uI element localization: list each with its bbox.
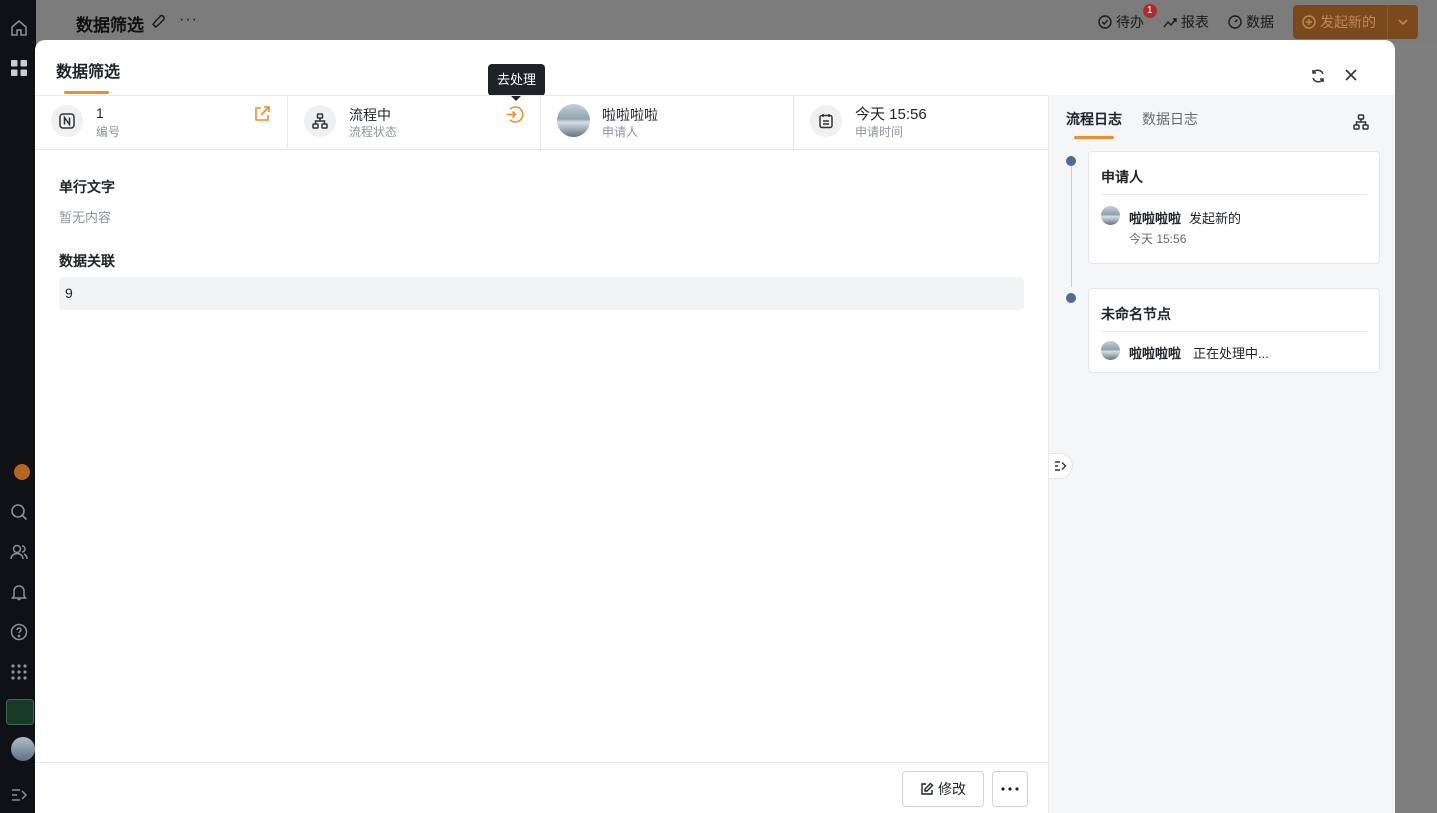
- help-icon[interactable]: [10, 623, 28, 641]
- log-user: 啦啦啦啦: [1129, 211, 1182, 226]
- record-detail-modal: 数据筛选 去处理 1 编号 流程中 流程状态 啦啦啦啦 申请人 今天 15:56…: [35, 40, 1395, 813]
- card-value: 今天 15:56: [855, 106, 927, 123]
- edit-button[interactable]: 修改: [902, 771, 984, 807]
- ellipsis-icon: [1001, 787, 1019, 791]
- more-apps-icon[interactable]: [10, 663, 28, 681]
- log-action: 正在处理中...: [1193, 346, 1269, 361]
- tab-data-log[interactable]: 数据日志: [1142, 109, 1198, 129]
- check-circle-icon: [1098, 15, 1112, 29]
- edit-icon: [921, 782, 934, 795]
- avatar: [1101, 341, 1120, 360]
- home-icon[interactable]: [10, 19, 28, 37]
- collapse-icon: [1055, 461, 1067, 471]
- report-link[interactable]: 报表: [1163, 12, 1209, 32]
- divider: [1101, 194, 1367, 195]
- apps-grid-icon[interactable]: [10, 59, 28, 77]
- calendar-icon: [810, 105, 842, 137]
- title-underline: [64, 91, 109, 94]
- log-panel: 流程日志 数据日志 申请人 啦啦啦啦 发起新的 今天 15:56 未命名节点 啦…: [1048, 95, 1395, 813]
- modal-footer: 修改: [35, 762, 1048, 813]
- notification-dot: [14, 464, 30, 480]
- launch-new-button[interactable]: 发起新的: [1293, 5, 1418, 39]
- todo-label: 待办: [1116, 14, 1144, 30]
- open-external-icon[interactable]: [253, 105, 271, 123]
- card-apply-time: 今天 15:56 申请时间: [794, 96, 1048, 149]
- avatar: [1101, 206, 1120, 225]
- summary-cards: 1 编号 流程中 流程状态 啦啦啦啦 申请人 今天 15:56 申请时间: [35, 95, 1048, 150]
- flow-icon: [304, 105, 336, 137]
- modal-title: 数据筛选: [56, 64, 121, 81]
- report-label: 报表: [1181, 14, 1209, 30]
- edit-label: 修改: [938, 781, 966, 797]
- log-entry: 申请人 啦啦啦啦 发起新的 今天 15:56: [1088, 151, 1380, 264]
- log-action: 发起新的: [1189, 211, 1242, 226]
- dashboard-icon: [1228, 15, 1242, 29]
- launch-label: 发起新的: [1320, 14, 1376, 30]
- log-time: 今天 15:56: [1129, 232, 1187, 246]
- chevron-down-icon[interactable]: [1388, 16, 1418, 28]
- data-label: 数据: [1246, 14, 1274, 30]
- refresh-icon[interactable]: [1310, 68, 1326, 84]
- card-applicant: 啦啦啦啦 申请人: [541, 96, 794, 149]
- card-value: 啦啦啦啦: [602, 107, 658, 123]
- field-empty-value: 暂无内容: [59, 210, 112, 225]
- wrench-icon[interactable]: [152, 14, 166, 28]
- timeline-dot: [1066, 293, 1076, 303]
- user-avatar[interactable]: [11, 737, 35, 761]
- process-tooltip: 去处理: [488, 64, 546, 101]
- more-actions-button[interactable]: [992, 771, 1028, 807]
- tab-flow-log[interactable]: 流程日志: [1066, 109, 1122, 129]
- card-label: 申请时间: [855, 125, 904, 139]
- log-entry: 未命名节点 啦啦啦啦 正在处理中...: [1088, 288, 1380, 373]
- log-node-title: 申请人: [1101, 169, 1143, 185]
- app-sidebar: [0, 0, 36, 813]
- app-header: 数据筛选 ··· 待办 1 报表 数据 发起新的: [36, 0, 1437, 44]
- process-enter-icon[interactable]: [505, 105, 524, 124]
- divider: [1101, 331, 1367, 332]
- expand-sidebar-icon[interactable]: [10, 786, 28, 804]
- bell-icon[interactable]: [10, 583, 28, 601]
- card-label: 编号: [96, 125, 121, 139]
- log-user: 啦啦啦啦: [1129, 346, 1182, 361]
- avatar: [557, 104, 590, 137]
- log-node-title: 未命名节点: [1101, 306, 1171, 322]
- todo-badge: 1: [1143, 4, 1157, 18]
- number-icon: [51, 105, 83, 137]
- timeline-dot: [1066, 156, 1076, 166]
- search-icon[interactable]: [10, 503, 28, 521]
- card-number: 1 编号: [35, 96, 288, 149]
- field-label: 单行文字: [59, 179, 115, 195]
- page-title: 数据筛选: [76, 16, 144, 35]
- trend-icon: [1163, 18, 1177, 28]
- card-value: 1: [96, 105, 104, 121]
- flowchart-icon[interactable]: [1352, 113, 1370, 131]
- plus-circle-icon: [1302, 15, 1316, 29]
- data-link[interactable]: 数据: [1228, 12, 1274, 32]
- todo-link[interactable]: 待办: [1098, 12, 1144, 32]
- data-link-value[interactable]: 9: [59, 277, 1024, 310]
- more-icon[interactable]: ···: [179, 11, 198, 29]
- card-value: 流程中: [349, 107, 391, 123]
- close-icon[interactable]: [1344, 68, 1358, 82]
- current-app-icon[interactable]: [6, 699, 34, 725]
- card-flow-status: 流程中 流程状态: [288, 96, 541, 149]
- field-label: 数据关联: [59, 253, 115, 269]
- timeline-line: [1071, 161, 1072, 287]
- users-icon[interactable]: [10, 543, 28, 561]
- card-label: 申请人: [602, 125, 639, 139]
- active-tab-underline: [1074, 136, 1114, 139]
- card-label: 流程状态: [349, 125, 398, 139]
